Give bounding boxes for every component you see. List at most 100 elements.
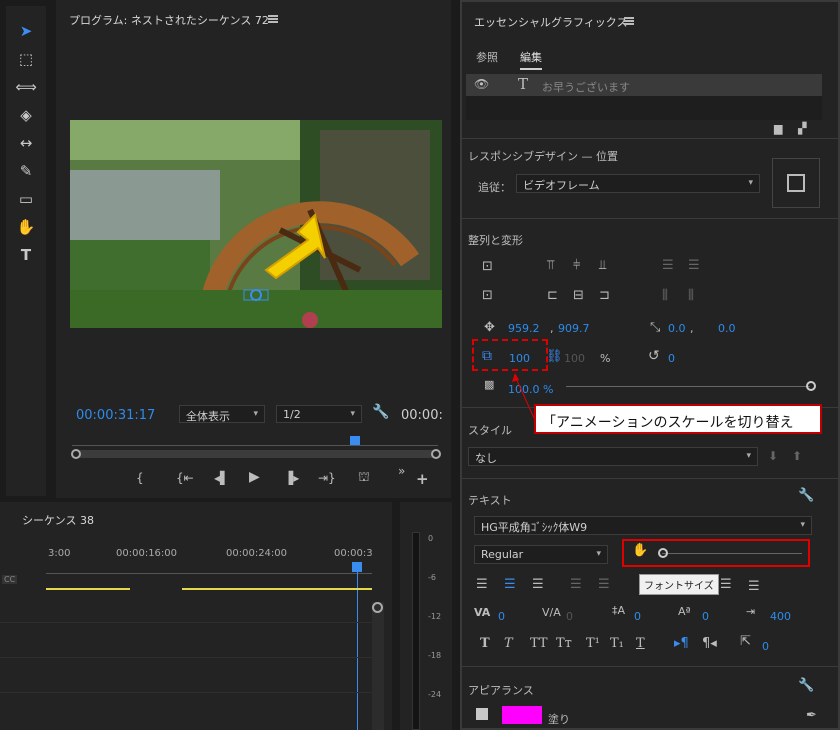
distribute-vertical-icon[interactable]: ☰: [662, 258, 674, 273]
pin-to-widget[interactable]: [772, 158, 820, 208]
faux-italic-icon[interactable]: T: [504, 636, 513, 651]
justify-all-icon[interactable]: ☰: [720, 577, 732, 592]
anchor-y[interactable]: 0.0: [718, 322, 736, 335]
eyedropper-icon[interactable]: ✒: [806, 708, 817, 723]
fill-checkbox[interactable]: [476, 708, 488, 720]
superscript-icon[interactable]: T¹: [586, 636, 600, 651]
eye-icon[interactable]: 👁: [474, 77, 489, 91]
scale-height-value[interactable]: 100: [564, 352, 585, 365]
distribute-right-icon[interactable]: ⫼: [688, 288, 694, 303]
leading-value[interactable]: 0: [634, 610, 641, 623]
step-forward-icon[interactable]: ▐▸: [284, 471, 299, 485]
new-layer-icon[interactable]: ▞: [798, 122, 806, 135]
zoom-select[interactable]: 全体表示 ▾: [179, 405, 265, 423]
align-middle-icon[interactable]: ⫩: [573, 258, 580, 273]
timeline-playhead-marker[interactable]: [352, 562, 362, 572]
selection-tool-icon[interactable]: ➤: [12, 20, 40, 42]
step-back-icon[interactable]: ◂▌: [214, 471, 229, 485]
small-caps-icon[interactable]: Tт: [556, 636, 572, 651]
layer-text[interactable]: お早うございます: [542, 79, 630, 95]
distribute-horizontal-icon[interactable]: ☰: [688, 258, 700, 273]
razor-tool-icon[interactable]: ◈: [12, 104, 40, 126]
text-align-center-icon[interactable]: ☰: [504, 577, 516, 592]
text-align-right-icon[interactable]: ☰: [532, 577, 544, 592]
more-controls-icon[interactable]: »: [398, 464, 405, 478]
timeline-scrollbar[interactable]: [372, 602, 384, 730]
align-horizontal-center-icon[interactable]: ⊡: [482, 288, 493, 303]
resolution-select[interactable]: 1/2 ▾: [276, 405, 362, 423]
align-bottom-icon[interactable]: ⫫: [599, 258, 606, 273]
tsume-value[interactable]: 400: [770, 610, 791, 623]
cc-badge[interactable]: CC: [2, 575, 18, 584]
scrub-bar[interactable]: [72, 450, 438, 458]
scrub-start-handle[interactable]: [71, 449, 81, 459]
layer-row[interactable]: 👁 T お早うございます: [466, 74, 822, 96]
rotation-value[interactable]: 0: [668, 352, 675, 365]
underline-icon[interactable]: T: [636, 636, 645, 651]
scrollbar-handle[interactable]: [372, 602, 383, 613]
timeline-ruler[interactable]: [46, 564, 372, 574]
playhead-marker[interactable]: [350, 436, 360, 445]
slip-tool-icon[interactable]: ↔: [12, 132, 40, 154]
align-top-icon[interactable]: ⫪: [547, 258, 554, 273]
position-y[interactable]: 909.7: [558, 322, 590, 335]
style-select[interactable]: なし ▾: [468, 447, 758, 466]
ltr-direction-icon[interactable]: ▸¶: [674, 636, 689, 651]
align-right-icon[interactable]: ⊐: [599, 288, 610, 303]
opacity-slider-handle[interactable]: [806, 381, 816, 391]
justify-last-center-icon[interactable]: ☰: [598, 577, 610, 592]
type-tool-icon[interactable]: T: [12, 244, 40, 266]
play-icon[interactable]: ▶: [249, 469, 260, 485]
tab-width-value[interactable]: 0: [762, 640, 769, 653]
tab-edit[interactable]: 編集: [520, 49, 542, 70]
track-select-tool-icon[interactable]: ⬚: [12, 48, 40, 70]
folder-icon[interactable]: ▆: [774, 122, 782, 135]
kerning-value[interactable]: 0: [566, 610, 573, 623]
tracking-value[interactable]: 0: [498, 610, 505, 623]
rtl-direction-icon[interactable]: ¶◂: [702, 636, 717, 651]
font-style-select[interactable]: Regular ▾: [474, 545, 608, 564]
font-select[interactable]: HG平成角ｺﾞｼｯｸ体W9 ▾: [474, 516, 812, 535]
anchor-x[interactable]: 0.0: [668, 322, 686, 335]
font-size-icon[interactable]: ✋: [632, 543, 648, 558]
wrench-icon[interactable]: 🔧: [798, 488, 814, 503]
tab-browse[interactable]: 参照: [476, 49, 498, 65]
faux-bold-icon[interactable]: T: [480, 636, 490, 651]
ripple-edit-tool-icon[interactable]: ⟺: [12, 76, 40, 98]
distribute-left-icon[interactable]: ⫼: [662, 288, 668, 303]
baseline-value[interactable]: 0: [702, 610, 709, 623]
text-align-left-icon[interactable]: ☰: [476, 577, 488, 592]
position-x[interactable]: 959.2: [508, 322, 540, 335]
pen-tool-icon[interactable]: ✎: [12, 160, 40, 182]
opacity-value[interactable]: 100.0 %: [508, 383, 553, 396]
go-to-out-icon[interactable]: ⇥}: [318, 471, 336, 485]
align-left-icon[interactable]: ⊏: [547, 288, 558, 303]
align-center-icon[interactable]: ⊟: [573, 288, 584, 303]
export-frame-icon[interactable]: ⛫: [358, 470, 370, 487]
program-timecode[interactable]: 00:00:31:17: [76, 408, 155, 423]
align-bottom-text-icon[interactable]: ☰: [748, 579, 760, 594]
scrub-end-handle[interactable]: [431, 449, 441, 459]
wrench-icon[interactable]: 🔧: [798, 678, 814, 693]
align-vertical-center-icon[interactable]: ⊡: [482, 259, 493, 274]
opacity-slider-track[interactable]: [566, 386, 810, 387]
all-caps-icon[interactable]: TT: [530, 636, 548, 651]
rectangle-tool-icon[interactable]: ▭: [12, 188, 40, 210]
push-style-down-icon[interactable]: ⬇: [768, 449, 778, 463]
justify-last-left-icon[interactable]: ☰: [570, 577, 582, 592]
font-size-slider-handle[interactable]: [658, 548, 668, 558]
add-button-icon[interactable]: +: [416, 470, 429, 488]
subscript-icon[interactable]: T₁: [610, 636, 624, 651]
hand-tool-icon[interactable]: ✋: [12, 216, 40, 238]
eg-menu-icon[interactable]: [624, 17, 634, 25]
mark-in-icon[interactable]: {: [136, 471, 144, 485]
follow-select[interactable]: ビデオフレーム ▾: [516, 174, 760, 193]
program-ruler[interactable]: [72, 436, 438, 446]
link-icon[interactable]: ⛓: [546, 349, 563, 364]
push-style-up-icon[interactable]: ⬆: [792, 449, 802, 463]
fill-color-swatch[interactable]: [502, 706, 542, 724]
font-size-slider-track[interactable]: [662, 553, 802, 554]
program-menu-icon[interactable]: [268, 15, 278, 23]
go-to-in-icon[interactable]: {⇤: [176, 471, 194, 485]
wrench-icon[interactable]: 🔧: [372, 404, 389, 420]
